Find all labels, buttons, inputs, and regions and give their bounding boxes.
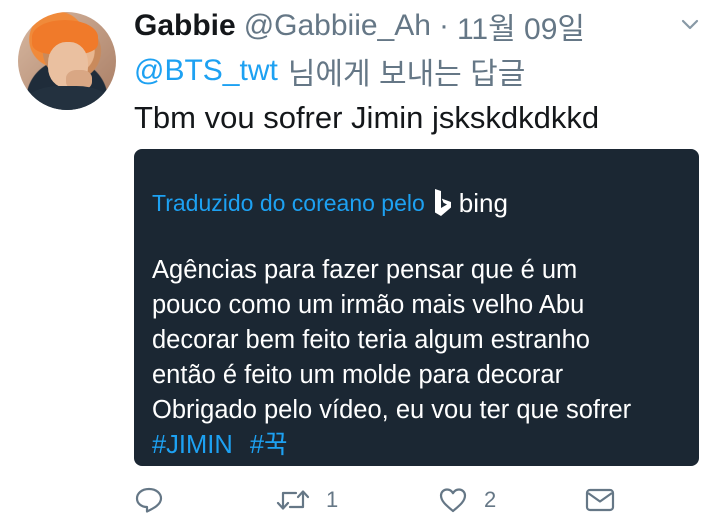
hashtag-link[interactable]: #꾹 xyxy=(250,431,288,459)
reply-mention-link[interactable]: @BTS_twt xyxy=(134,54,278,88)
tweet-header: Gabbie @Gabbiie_Ah · 11월 09일 xyxy=(134,4,585,48)
avatar-shirt xyxy=(26,86,110,110)
speech-bubble-icon xyxy=(135,487,163,513)
tweet-actions: 1 2 xyxy=(134,480,654,520)
translated-by-label: Traduzido do coreano pelo xyxy=(152,189,425,216)
translation-line: Agências para fazer pensar que é um xyxy=(152,256,578,284)
translation-line: Obrigado pelo vídeo, eu vou ter que sofr… xyxy=(152,396,632,424)
user-handle[interactable]: @Gabbiie_Ah xyxy=(244,9,431,43)
retweet-count: 1 xyxy=(326,487,339,512)
translation-line: pouco como um irmão mais velho Abu xyxy=(152,291,585,319)
heart-icon xyxy=(439,488,467,513)
direct-message-button[interactable] xyxy=(584,480,616,520)
like-button[interactable]: 2 xyxy=(438,480,496,520)
display-name[interactable]: Gabbie xyxy=(134,9,236,43)
bing-logo-icon xyxy=(434,189,451,216)
reply-suffix: 님에게 보내는 답글 xyxy=(287,58,526,91)
bing-logo[interactable]: bing xyxy=(433,188,508,219)
translation-line: decorar bem feito teria algum estranho xyxy=(152,326,590,354)
tweet-date[interactable]: 11월 09일 xyxy=(457,4,585,48)
avatar[interactable] xyxy=(18,12,116,110)
reply-context: @BTS_twt 님에게 보내는 답글 xyxy=(134,50,525,92)
translation-card: Traduzido do coreano pelo bing Agências … xyxy=(134,149,699,466)
header-separator: · xyxy=(438,9,449,42)
reply-button[interactable] xyxy=(134,480,180,520)
translation-attribution: Traduzido do coreano pelo bing xyxy=(152,185,508,221)
translation-hashtags: #JIMIN #꾹 xyxy=(152,428,692,463)
tweet-text: Tbm vou sofrer Jimin jskskdkdkkd xyxy=(134,100,600,135)
bing-label: bing xyxy=(458,187,508,218)
hashtag-link[interactable]: #JIMIN xyxy=(152,431,233,459)
translation-line: então é feito um molde para decorar xyxy=(152,361,564,389)
like-count: 2 xyxy=(484,487,497,512)
chevron-down-icon[interactable] xyxy=(678,12,702,36)
retweet-arrows-icon xyxy=(276,490,310,510)
translation-text: Agências para fazer pensar que é um pouc… xyxy=(152,253,692,463)
envelope-icon xyxy=(585,488,615,512)
retweet-button[interactable]: 1 xyxy=(276,480,338,520)
